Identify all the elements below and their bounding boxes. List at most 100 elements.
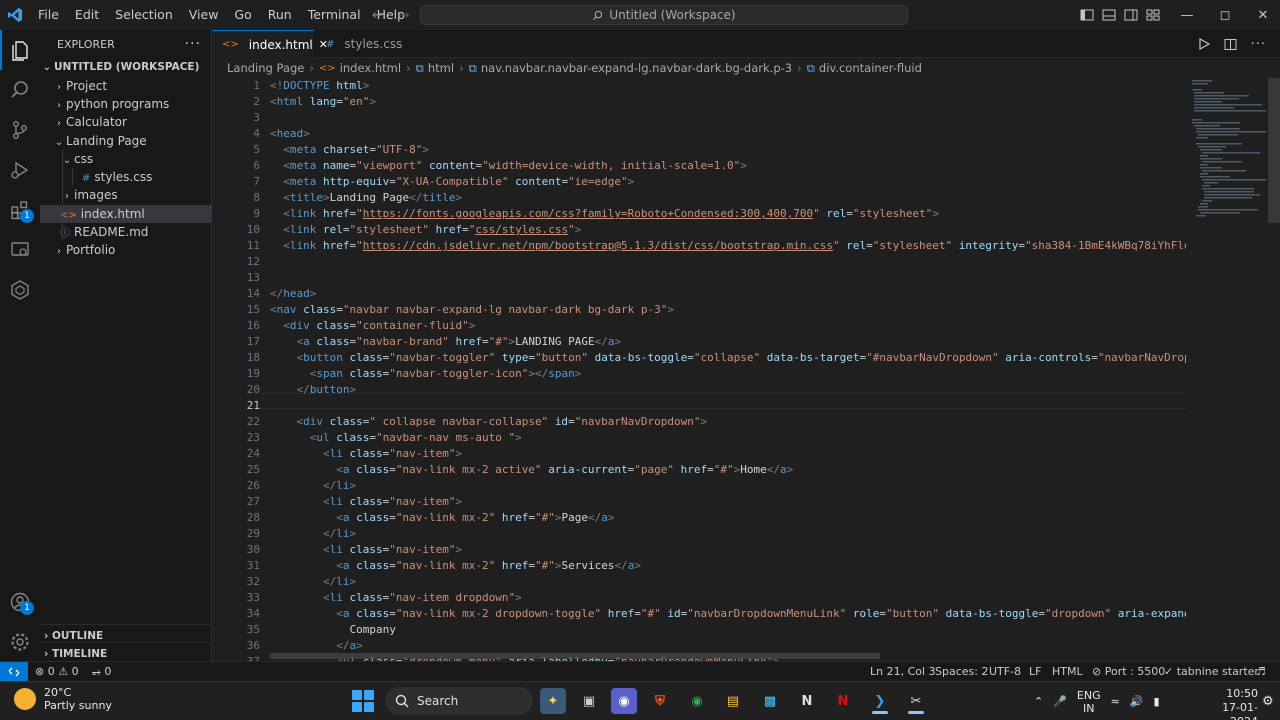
code-area[interactable]: <!DOCTYPE html> <html lang="en"> <head> … [270, 78, 1186, 661]
language-indicator[interactable]: ENG IN [1077, 689, 1101, 715]
tree-item-python-programs[interactable]: › python programs [40, 95, 212, 113]
tree-item-styles-css[interactable]: # styles.css [40, 168, 212, 186]
minimize-icon[interactable]: — [1168, 0, 1206, 30]
task-view-icon[interactable]: ▣ [576, 688, 602, 714]
chevron-right-icon: › [459, 61, 464, 75]
source-control-icon[interactable] [0, 110, 40, 150]
activity-bar: 1 1 [0, 30, 40, 661]
chat-icon[interactable]: ◉ [611, 688, 637, 714]
tabnine-icon[interactable] [0, 270, 40, 310]
toggle-panel-icon[interactable] [1102, 8, 1116, 22]
breadcrumb-item[interactable]: div.container-fluid [819, 61, 922, 75]
remote-icon[interactable] [0, 662, 28, 682]
microsoft-store-icon[interactable]: ▩ [757, 688, 783, 714]
indentation[interactable]: Spaces: 2 [935, 662, 988, 682]
microphone-icon[interactable]: 🎤 [1053, 695, 1067, 708]
tree-item-project[interactable]: › Project [40, 77, 212, 95]
breadcrumb-item[interactable]: nav.navbar.navbar-expand-lg.navbar-dark.… [481, 61, 792, 75]
breadcrumb-item[interactable]: html [428, 61, 454, 75]
notification-center-icon[interactable]: ⚙ [1262, 694, 1274, 709]
code-line: <div class=" collapse navbar-collapse" i… [296, 415, 708, 428]
maximize-icon[interactable]: ◻ [1206, 0, 1244, 30]
breadcrumb-item[interactable]: Landing Page [227, 61, 304, 75]
battery-icon[interactable]: ▮ [1154, 695, 1160, 708]
more-actions-icon[interactable]: ··· [185, 36, 201, 52]
tabnine-label: tabnine starter [1176, 665, 1259, 678]
tab-index-html[interactable]: <> index.html ✕ [212, 30, 328, 58]
run-debug-icon[interactable] [0, 150, 40, 190]
search-icon[interactable] [0, 70, 40, 110]
horizontal-scrollbar[interactable] [270, 653, 880, 659]
tree-item-calculator[interactable]: › Calculator [40, 113, 212, 131]
settings-gear-icon[interactable] [0, 622, 40, 662]
system-clock[interactable]: 10:50 17-01-2024 [1214, 687, 1258, 720]
vertical-scrollbar[interactable] [1268, 78, 1280, 223]
tabnine-status[interactable]: ✓ tabnine starter [1164, 662, 1259, 682]
tree-item-readme[interactable]: ⓘ README.md [40, 223, 212, 241]
notion-icon[interactable]: N [794, 688, 820, 714]
brave-browser-icon[interactable]: ⛨ [647, 688, 673, 714]
remote-explorer-icon[interactable] [0, 230, 40, 270]
encoding[interactable]: UTF-8 [989, 662, 1021, 682]
menu-go[interactable]: Go [226, 0, 259, 30]
vscode-taskbar-icon[interactable]: ❯ [867, 688, 893, 714]
accounts-icon[interactable]: 1 [0, 582, 40, 622]
split-editor-icon[interactable] [1224, 38, 1237, 51]
title-bar: File Edit Selection View Go Run Terminal… [0, 0, 1280, 30]
menu-file[interactable]: File [30, 0, 67, 30]
code-line: <title>Landing Page</title> [283, 191, 463, 204]
search-highlight-icon[interactable]: ✦ [540, 688, 566, 714]
tab-label: styles.css [344, 37, 403, 51]
menu-selection[interactable]: Selection [107, 0, 181, 30]
close-icon[interactable]: ✕ [1244, 0, 1280, 30]
ports-indicator[interactable]: ⥴ 0 [92, 662, 111, 682]
chrome-icon[interactable]: ◉ [684, 688, 710, 714]
menu-run[interactable]: Run [260, 0, 300, 30]
snipping-tool-icon[interactable]: ✂ [903, 688, 929, 714]
chevron-right-icon: › [44, 648, 49, 660]
netflix-icon[interactable]: N [830, 688, 856, 714]
end-of-line[interactable]: LF [1029, 662, 1041, 682]
line-number: 10 [246, 223, 260, 236]
more-actions-icon[interactable]: ··· [1251, 37, 1266, 52]
windows-start-icon[interactable] [352, 690, 374, 712]
tree-item-portfolio[interactable]: › Portfolio [40, 241, 212, 259]
notifications-bell-icon[interactable]: ♬ [1256, 662, 1266, 682]
line-number: 34 [246, 607, 260, 620]
tree-item-css-folder[interactable]: ⌄ css [40, 150, 212, 168]
extensions-icon[interactable]: 1 [0, 190, 40, 230]
workspace-root[interactable]: ⌄ UNTITLED (WORKSPACE) [40, 58, 212, 76]
tree-item-landing-page[interactable]: ⌄ Landing Page [40, 132, 212, 150]
cursor-position[interactable]: Ln 21, Col 3 [870, 662, 936, 682]
explorer-icon[interactable] [0, 30, 40, 70]
css-file-icon: # [82, 173, 91, 184]
accounts-badge: 1 [20, 601, 34, 615]
problems-indicator[interactable]: ⊗ 0 ⚠ 0 [35, 662, 79, 682]
weather-widget[interactable]: 20°C Partly sunny [14, 686, 112, 712]
menu-view[interactable]: View [181, 0, 227, 30]
toggle-secondary-sidebar-icon[interactable] [1124, 8, 1138, 22]
language-mode[interactable]: HTML [1052, 662, 1083, 682]
tree-item-images[interactable]: › images [40, 186, 212, 204]
wifi-icon[interactable]: ≈ [1111, 695, 1120, 708]
toggle-primary-sidebar-icon[interactable] [1080, 8, 1094, 22]
menu-edit[interactable]: Edit [67, 0, 107, 30]
forward-arrow-icon[interactable]: → [399, 8, 410, 23]
tree-item-index-html[interactable]: <> index.html [40, 205, 212, 223]
run-icon[interactable] [1198, 38, 1210, 50]
chevron-down-icon: ⌄ [42, 62, 52, 73]
tab-styles-css[interactable]: # styles.css [316, 30, 406, 58]
breadcrumb-item[interactable]: index.html [340, 61, 401, 75]
volume-icon[interactable]: 🔊 [1130, 695, 1144, 708]
command-center[interactable]: Untitled (Workspace) [420, 5, 908, 25]
taskbar-search[interactable]: Search [385, 687, 533, 715]
menu-terminal[interactable]: Terminal [300, 0, 369, 30]
customize-layout-icon[interactable] [1146, 8, 1160, 22]
code-editor[interactable]: 1 2 3 4 5 6 7 8 9 10 11 12 13 14 15 16 17 18 19 20 21 22 23 24 2… [212, 78, 1280, 661]
back-arrow-icon[interactable]: ← [372, 8, 383, 23]
minimap[interactable] [1190, 78, 1266, 228]
live-server-port[interactable]: ⊘ Port : 5500 [1092, 662, 1165, 682]
file-explorer-icon[interactable]: ▤ [720, 688, 746, 714]
line-number: 24 [246, 447, 260, 460]
chevron-up-icon[interactable]: ⌃ [1034, 695, 1043, 708]
